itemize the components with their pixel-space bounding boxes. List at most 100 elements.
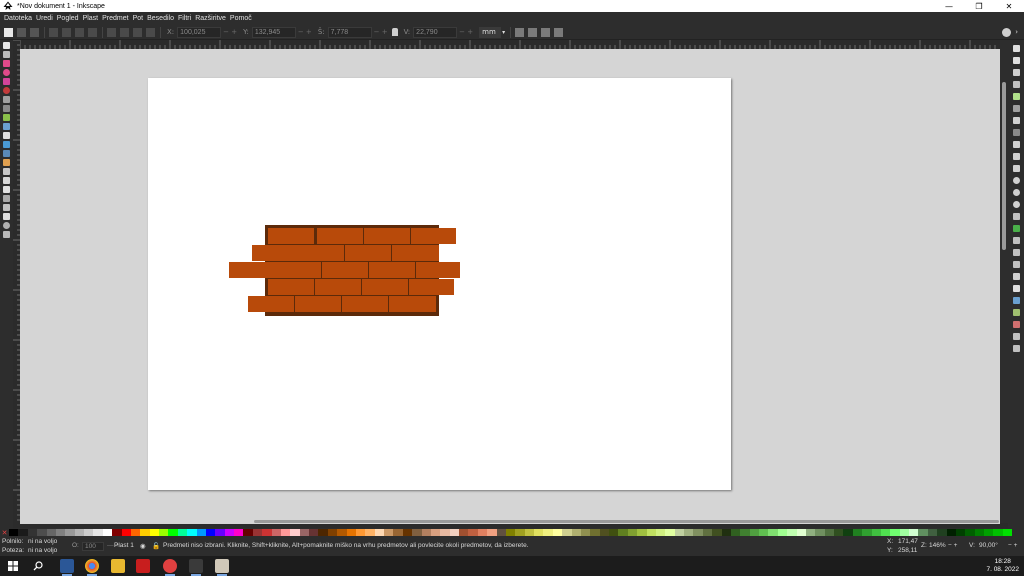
ungroup-icon[interactable] [1013,261,1020,268]
palette-swatch[interactable] [205,529,216,536]
move-patterns-icon[interactable] [554,27,564,37]
brick[interactable] [345,245,391,261]
pencil-tool-icon[interactable] [3,105,10,112]
palette-swatch[interactable] [665,529,675,536]
palette-swatch[interactable] [384,529,394,536]
fill-stroke-icon[interactable] [1013,273,1020,280]
palette-swatch[interactable] [787,529,797,536]
new-document-icon[interactable] [1013,45,1020,52]
close-button[interactable]: ✕ [994,0,1024,12]
horizontal-scroll-thumb[interactable] [254,520,999,523]
height-field[interactable]: 22,790 [413,26,458,38]
selector-tool-icon[interactable] [3,42,10,49]
box-3d-tool-icon[interactable] [3,96,10,103]
open-icon[interactable] [1013,57,1020,64]
star-tool-icon[interactable] [3,78,10,85]
palette-swatch[interactable] [852,529,863,536]
palette-swatch[interactable] [243,529,253,536]
palette-swatch[interactable] [646,529,656,536]
align-distribute-icon[interactable] [1013,321,1020,328]
pen-tool-icon[interactable] [3,114,10,121]
palette-swatch[interactable] [271,529,281,536]
palette-swatch[interactable] [824,529,834,536]
canvas[interactable] [20,49,1000,523]
palette-swatch[interactable] [187,529,197,536]
calligraphy-tool-icon[interactable] [3,123,10,130]
palette-swatch[interactable] [684,529,694,536]
zoom-page-icon[interactable] [1013,201,1020,208]
menu-edit[interactable]: Uredi [36,15,53,22]
palette-swatch[interactable] [843,529,853,536]
brick[interactable] [295,296,341,312]
vertical-scrollbar[interactable] [1000,40,1008,523]
text-tool-icon[interactable] [3,132,10,139]
deselect-icon[interactable] [30,27,39,37]
palette-swatch[interactable] [46,529,56,536]
opera-app-icon[interactable] [163,559,177,576]
preferences-icon[interactable] [1013,345,1020,352]
brick[interactable] [298,245,344,261]
chevron-down-icon[interactable]: ▾ [502,29,505,36]
palette-swatch[interactable] [112,529,122,536]
palette-swatch[interactable] [37,529,47,536]
palette-swatch[interactable] [149,529,159,536]
document-properties-icon[interactable] [1013,333,1020,340]
inkscape-app-icon[interactable] [189,559,203,576]
x-stepper[interactable]: − + [223,28,237,36]
redo-icon[interactable] [1013,129,1020,136]
palette-swatch[interactable] [759,529,769,536]
palette-swatch[interactable] [599,529,609,536]
print-icon[interactable] [1013,81,1020,88]
undo-icon[interactable] [1013,117,1020,124]
palette-swatch[interactable] [702,529,713,536]
brick[interactable] [389,296,436,312]
palette-swatch[interactable] [459,529,469,536]
brick[interactable] [229,262,275,278]
palette-swatch[interactable] [196,529,206,536]
raise-to-top-icon[interactable] [107,27,116,37]
connector-tool-icon[interactable] [3,204,10,211]
pages-tool-icon[interactable] [3,231,10,238]
zoom-tool-icon[interactable] [3,222,10,229]
palette-swatch[interactable] [224,529,234,536]
ellipse-tool-icon[interactable] [3,69,10,76]
palette-swatch[interactable] [74,529,84,536]
flip-horizontal-icon[interactable] [75,27,84,37]
y-stepper[interactable]: − + [298,28,312,36]
import-icon[interactable] [1013,93,1020,100]
y-field[interactable]: 132,945 [251,26,296,38]
lock-ratio-icon[interactable] [391,28,398,36]
no-paint-icon[interactable]: ✕ [0,529,9,537]
palette-swatch[interactable] [899,529,909,536]
duplicate-icon[interactable] [1013,213,1020,220]
command-bar-chevron-icon[interactable]: › [1015,28,1018,37]
brick-wall-drawing[interactable] [20,49,1000,523]
palette-swatch[interactable] [927,529,938,536]
brick[interactable] [268,228,314,244]
search-icon[interactable] [33,561,43,571]
menu-text[interactable]: Besedilo [147,15,174,22]
node-tool-icon[interactable] [3,51,10,58]
palette-swatch[interactable] [290,529,300,536]
palette-swatch[interactable] [543,529,553,536]
vertical-scroll-thumb[interactable] [1002,82,1006,250]
palette-swatch[interactable] [27,529,38,536]
palette-swatch[interactable] [299,529,309,536]
layer-lock-icon[interactable]: 🔓 [152,542,160,550]
palette-swatch[interactable] [712,529,722,536]
palette-swatch[interactable] [777,529,788,536]
menu-layer[interactable]: Plast [83,15,99,22]
palette-swatch[interactable] [805,529,816,536]
palette-swatch[interactable] [749,529,759,536]
paint-bucket-tool-icon[interactable] [3,186,10,193]
rotate-field[interactable]: 90,00° [979,542,998,549]
palette-swatch[interactable] [215,529,225,536]
paint-app-icon[interactable] [215,559,229,576]
group-icon[interactable] [1013,249,1020,256]
maximize-button[interactable]: ❐ [964,0,994,12]
palette-swatch[interactable] [93,529,103,536]
rotate-stepper[interactable]: − + [1008,542,1017,549]
gradient-tool-icon[interactable] [3,141,10,148]
palette-swatch[interactable] [505,529,516,536]
palette-swatch[interactable] [496,529,506,536]
